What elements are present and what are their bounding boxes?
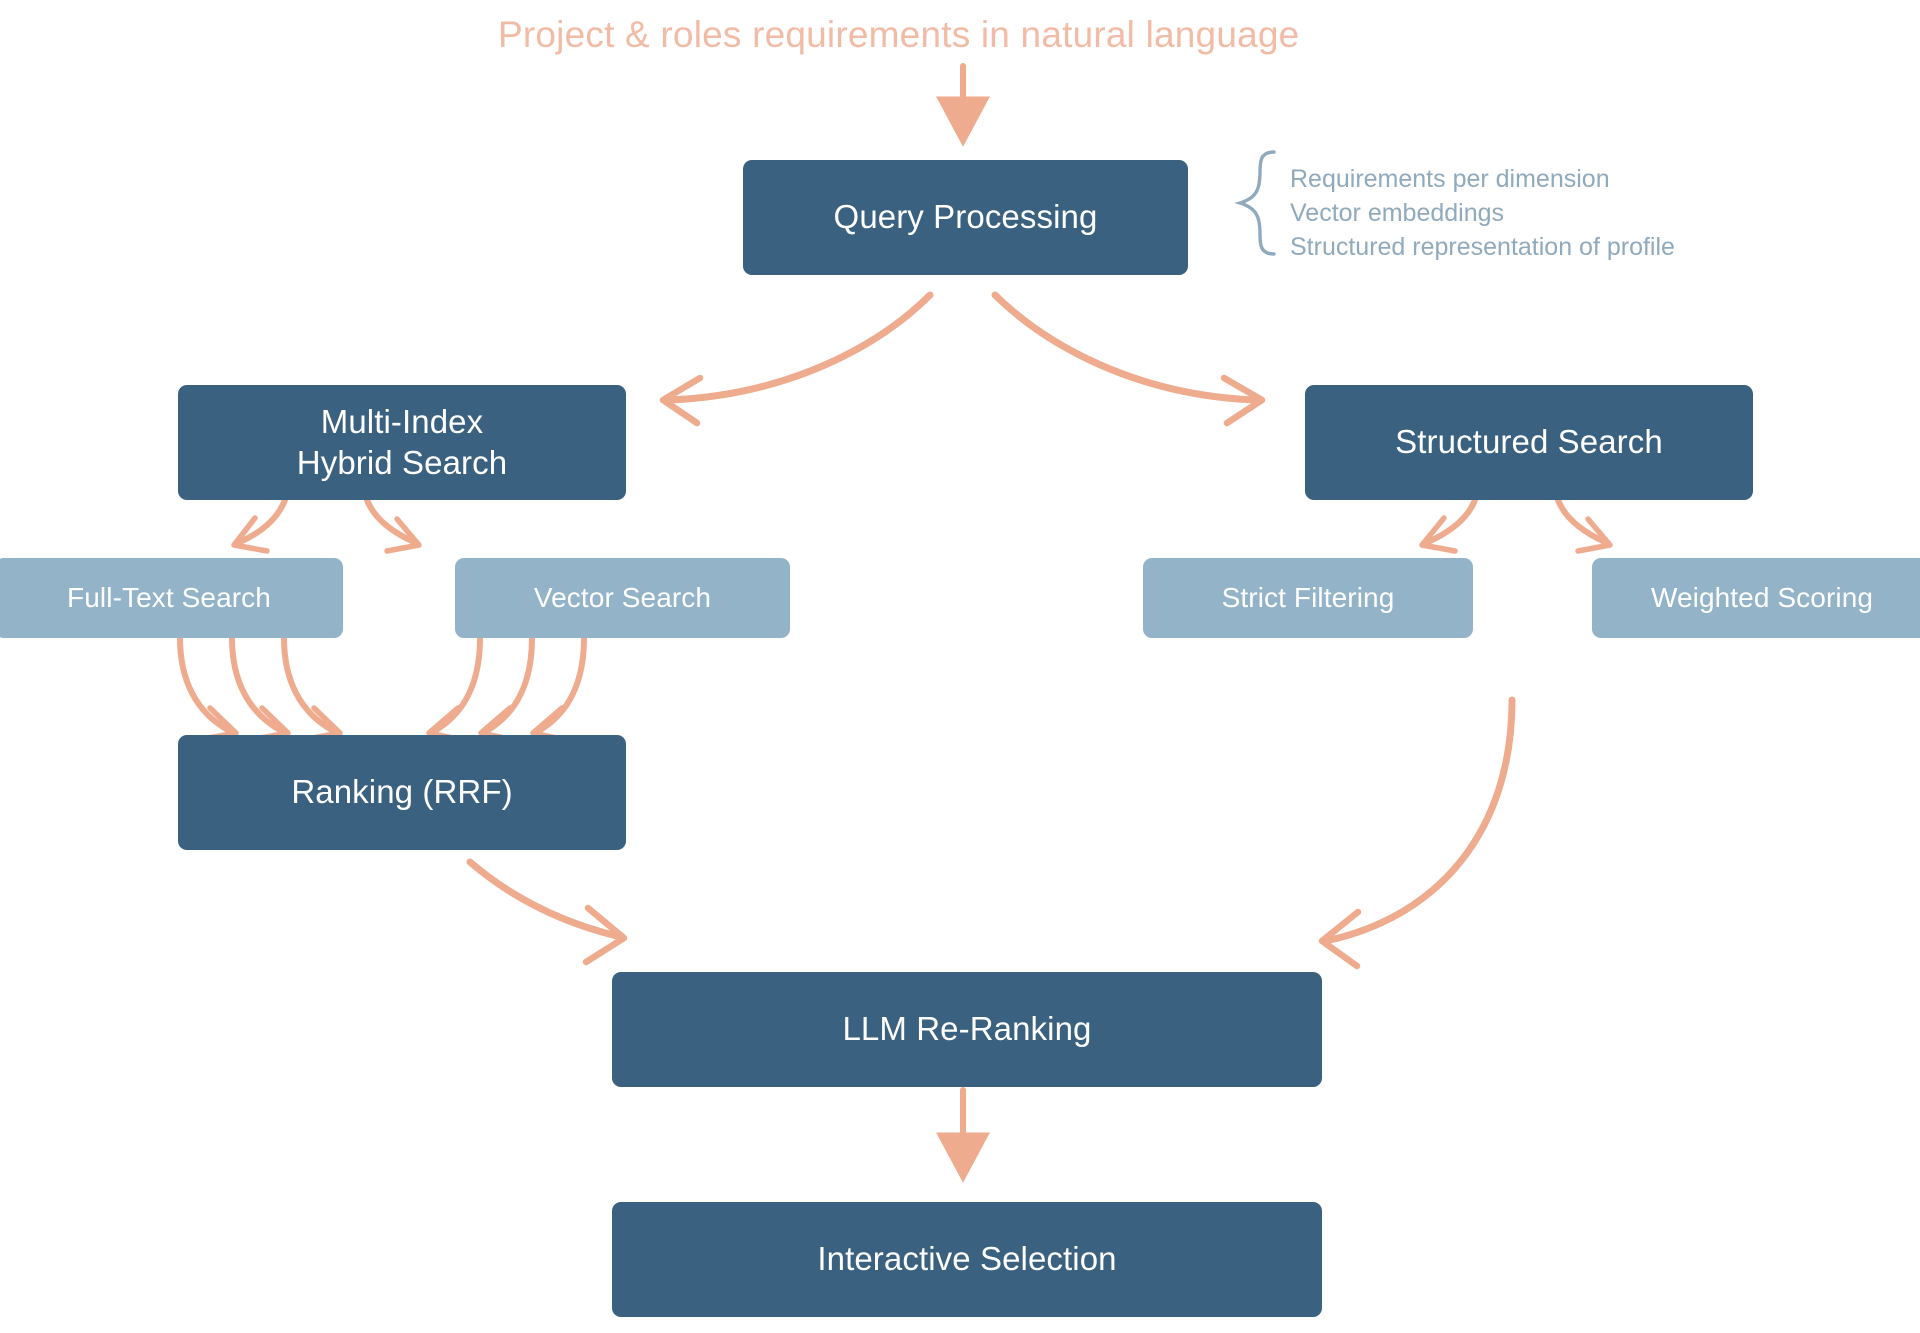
edge-structured-branch-to-llm-reranking [1318, 696, 1516, 970]
node-weighted-scoring[interactable]: Weighted Scoring [1592, 558, 1920, 638]
edge-structured-to-strict-filtering [1419, 497, 1478, 554]
edge-hybrid-to-vector-search [364, 497, 422, 554]
node-ranking-rrf[interactable]: Ranking (RRF) [178, 735, 626, 850]
node-multi-index-hybrid-search[interactable]: Multi-Index Hybrid Search [178, 385, 626, 500]
query-processing-annotation: Requirements per dimension Vector embedd… [1290, 165, 1675, 261]
node-vector-search[interactable]: Vector Search [455, 558, 790, 638]
node-interactive-selection[interactable]: Interactive Selection [612, 1202, 1322, 1317]
node-llm-re-ranking[interactable]: LLM Re-Ranking [612, 972, 1322, 1087]
edge-ranking-to-llm-reranking [466, 858, 628, 966]
diagram-canvas: Project & roles requirements in natural … [0, 0, 1920, 1333]
diagram-headline: Project & roles requirements in natural … [498, 14, 1300, 55]
edge-query-to-structured-search [991, 291, 1266, 427]
edge-structured-to-weighted-scoring [1555, 497, 1613, 554]
node-structured-search[interactable]: Structured Search [1305, 385, 1753, 500]
edge-vector-to-ranking [426, 635, 587, 743]
annotation-brace-icon [1234, 150, 1276, 256]
edge-full-text-to-ranking [177, 635, 343, 742]
node-full-text-search[interactable]: Full-Text Search [0, 558, 343, 638]
edge-hybrid-to-full-text [231, 497, 288, 554]
edge-query-to-hybrid-search [659, 291, 934, 427]
node-strict-filtering[interactable]: Strict Filtering [1143, 558, 1473, 638]
node-query-processing[interactable]: Query Processing [743, 160, 1188, 275]
